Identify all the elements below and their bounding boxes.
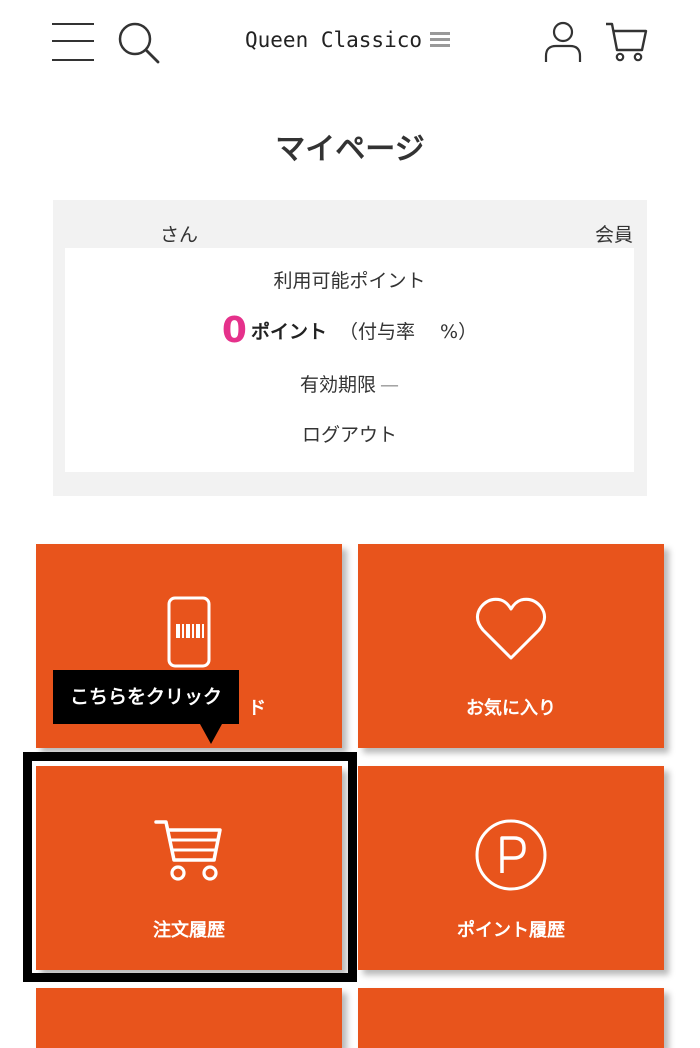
points-row: 0 ポイント （付与率 %）	[65, 310, 634, 351]
point-p-icon	[475, 819, 547, 891]
points-value: 0	[221, 310, 247, 351]
site-header: Queen Classico	[0, 0, 700, 90]
favorites-tile[interactable]: お気に入り	[358, 544, 664, 748]
expiry-value: —	[380, 374, 399, 396]
logout-link[interactable]: ログアウト	[65, 420, 634, 447]
highlight-frame	[23, 752, 357, 982]
cart-icon[interactable]	[604, 20, 648, 64]
point-history-tile[interactable]: ポイント履歴	[358, 766, 664, 970]
hamburger-icon[interactable]	[52, 21, 94, 63]
tile-row3-left[interactable]	[36, 988, 342, 1048]
member-name-suffix: さん	[160, 224, 199, 246]
points-panel: 利用可能ポイント 0 ポイント （付与率 %） 有効期限 — ログアウト	[65, 248, 634, 472]
expiry-row: 有効期限 —	[65, 370, 634, 397]
heart-icon	[476, 597, 546, 660]
search-icon[interactable]	[116, 20, 160, 64]
member-rank: 会員	[594, 224, 633, 246]
points-rate: （付与率 %）	[338, 321, 478, 343]
page-title: マイページ	[275, 132, 425, 167]
click-here-tooltip: こちらをクリック	[53, 670, 239, 724]
tooltip-arrow	[200, 724, 222, 744]
points-label: 利用可能ポイント	[273, 270, 426, 292]
points-unit: ポイント	[250, 321, 327, 343]
favorites-label: お気に入り	[466, 698, 556, 719]
point-history-label: ポイント履歴	[457, 920, 565, 941]
logo-lines-icon	[430, 32, 451, 48]
site-logo[interactable]: Queen Classico	[245, 28, 451, 52]
expiry-label: 有効期限	[299, 374, 376, 396]
user-icon[interactable]	[543, 20, 583, 64]
tile-row3-right[interactable]	[358, 988, 664, 1048]
member-card-icon	[167, 596, 211, 668]
member-info-panel: さん 会員 利用可能ポイント 0 ポイント （付与率 %） 有効期限 — ログアウト	[53, 200, 647, 496]
logo-text: Queen Classico	[245, 28, 423, 52]
